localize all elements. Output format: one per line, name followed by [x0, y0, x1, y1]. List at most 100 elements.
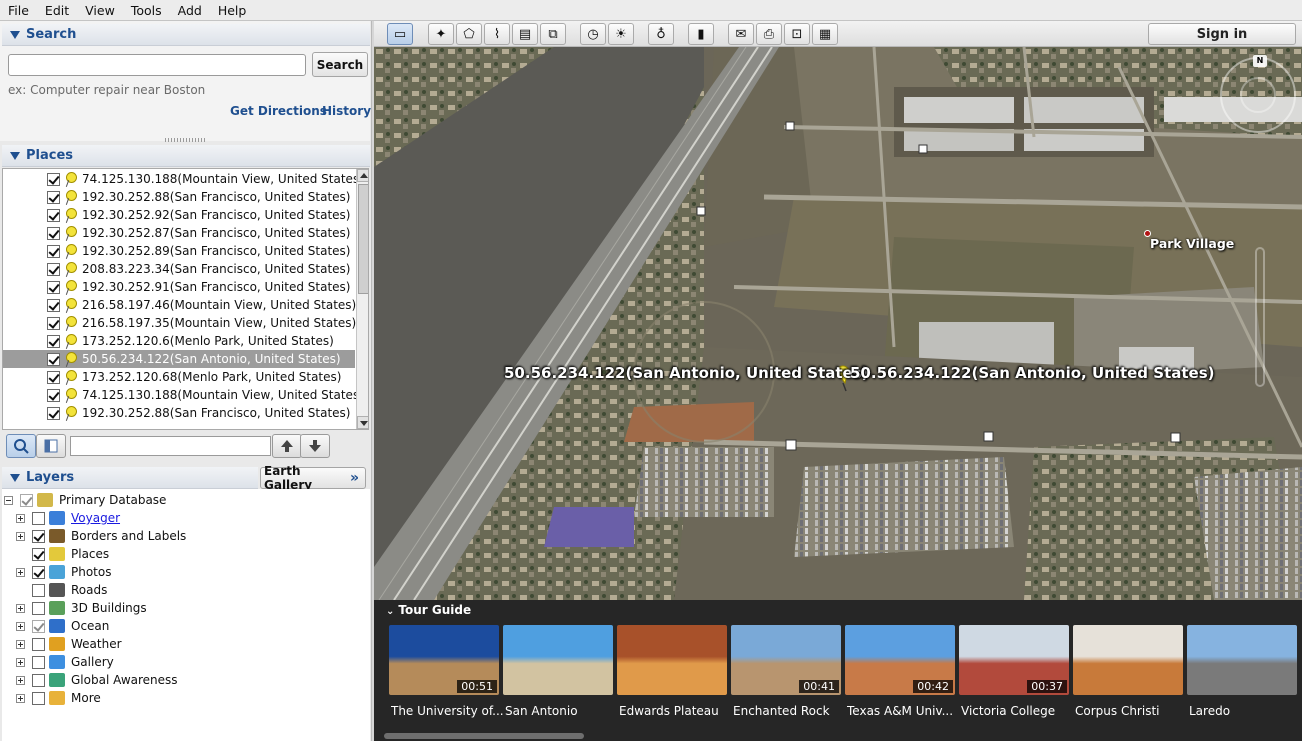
planet-switch-button[interactable]: ♁: [648, 23, 674, 45]
sign-in-button[interactable]: Sign in: [1148, 23, 1296, 45]
expand-toggle-icon[interactable]: [16, 693, 25, 703]
navigation-move-ring[interactable]: [1240, 77, 1276, 113]
layer-checkbox[interactable]: [20, 493, 33, 507]
search-input[interactable]: [8, 54, 306, 76]
layer-checkbox[interactable]: [32, 547, 45, 561]
place-item[interactable]: 74.125.130.188(Mountain View, United Sta…: [3, 170, 364, 188]
tour-thumbnail[interactable]: 00:41: [731, 625, 841, 695]
place-item[interactable]: 208.83.223.34(San Francisco, United Stat…: [3, 260, 355, 278]
tour-thumbnail[interactable]: 00:42: [845, 625, 955, 695]
tour-card[interactable]: Laredo: [1187, 625, 1297, 725]
menu-add[interactable]: Add: [170, 0, 210, 21]
place-checkbox[interactable]: [47, 298, 60, 312]
layer-checkbox[interactable]: [32, 565, 45, 579]
place-checkbox[interactable]: [47, 226, 60, 240]
scroll-down-icon[interactable]: [357, 416, 368, 429]
tour-thumbnail[interactable]: 00:51: [389, 625, 499, 695]
place-item[interactable]: 173.252.120.68(Menlo Park, United States…: [3, 368, 355, 386]
layer-checkbox[interactable]: [32, 673, 45, 687]
place-item[interactable]: 74.125.130.188(Mountain View, United Sta…: [3, 386, 364, 404]
places-search-button[interactable]: [6, 434, 36, 458]
expand-toggle-icon[interactable]: [16, 639, 25, 649]
layer-item[interactable]: More: [2, 689, 370, 707]
earth-map-view[interactable]: 50.56.234.122(San Antonio, United States…: [374, 47, 1302, 600]
tour-card[interactable]: San Antonio: [503, 625, 613, 725]
expand-toggle-icon[interactable]: [16, 657, 25, 667]
tour-card[interactable]: 00:42 Texas A&M Univ...: [845, 625, 955, 725]
place-item[interactable]: 50.56.234.122(San Antonio, United States…: [3, 350, 355, 368]
place-item[interactable]: 173.252.120.6(Menlo Park, United States): [3, 332, 355, 350]
zoom-slider[interactable]: [1255, 247, 1265, 387]
search-button[interactable]: Search: [312, 52, 368, 77]
layer-item[interactable]: Roads: [2, 581, 370, 599]
place-checkbox[interactable]: [47, 208, 60, 222]
ruler-button[interactable]: ▮: [688, 23, 714, 45]
tour-thumbnail[interactable]: [1073, 625, 1183, 695]
tour-card[interactable]: Corpus Christi: [1073, 625, 1183, 725]
tour-card[interactable]: 00:51 The University of...: [389, 625, 503, 725]
search-panel-header[interactable]: Search: [2, 24, 370, 46]
layer-checkbox[interactable]: [32, 511, 45, 525]
tour-card[interactable]: Edwards Plateau: [617, 625, 727, 725]
compass-north-icon[interactable]: N: [1253, 55, 1267, 67]
place-item[interactable]: 192.30.252.88(San Francisco, United Stat…: [3, 404, 355, 422]
layer-checkbox[interactable]: [32, 529, 45, 543]
tour-card[interactable]: 00:37 Victoria College: [959, 625, 1069, 725]
place-item[interactable]: 192.30.252.87(San Francisco, United Stat…: [3, 224, 355, 242]
place-item[interactable]: 216.58.197.35(Mountain View, United Stat…: [3, 314, 356, 332]
tour-thumbnail[interactable]: [617, 625, 727, 695]
place-checkbox[interactable]: [47, 388, 60, 402]
place-item[interactable]: 192.30.252.91(San Francisco, United Stat…: [3, 278, 355, 296]
scroll-thumb[interactable]: [358, 184, 368, 294]
place-checkbox[interactable]: [47, 334, 60, 348]
place-checkbox[interactable]: [47, 316, 60, 330]
layer-label[interactable]: Voyager: [71, 511, 120, 525]
place-checkbox[interactable]: [47, 370, 60, 384]
place-item[interactable]: 192.30.252.92(San Francisco, United Stat…: [3, 206, 355, 224]
expand-toggle-icon[interactable]: [16, 513, 25, 523]
history-link[interactable]: History: [322, 104, 371, 118]
place-item[interactable]: 192.30.252.89(San Francisco, United Stat…: [3, 242, 355, 260]
menu-help[interactable]: Help: [210, 0, 255, 21]
layer-item[interactable]: Weather: [2, 635, 370, 653]
layer-item[interactable]: Borders and Labels: [2, 527, 370, 545]
layer-item[interactable]: Gallery: [2, 653, 370, 671]
menu-edit[interactable]: Edit: [37, 0, 77, 21]
expand-toggle-icon[interactable]: [16, 675, 25, 685]
place-checkbox[interactable]: [47, 352, 60, 366]
layer-item[interactable]: Photos: [2, 563, 370, 581]
place-checkbox[interactable]: [47, 172, 60, 186]
layer-item[interactable]: 3D Buildings: [2, 599, 370, 617]
save-image-button[interactable]: ⊡: [784, 23, 810, 45]
layer-item[interactable]: Ocean: [2, 617, 370, 635]
layers-panel-header[interactable]: Layers: [2, 467, 258, 489]
menu-tools[interactable]: Tools: [123, 0, 170, 21]
move-down-button[interactable]: [300, 434, 330, 458]
layer-checkbox[interactable]: [32, 691, 45, 705]
expand-toggle-icon[interactable]: [16, 621, 25, 631]
add-path-button[interactable]: ⌇: [484, 23, 510, 45]
layer-checkbox[interactable]: [32, 655, 45, 669]
layer-checkbox[interactable]: [32, 601, 45, 615]
add-image-overlay-button[interactable]: ▤: [512, 23, 538, 45]
tour-guide-scrollbar[interactable]: [384, 733, 1284, 739]
record-tour-button[interactable]: ⧉: [540, 23, 566, 45]
place-checkbox[interactable]: [47, 244, 60, 258]
place-checkbox[interactable]: [47, 406, 60, 420]
place-checkbox[interactable]: [47, 280, 60, 294]
menu-file[interactable]: File: [0, 0, 37, 21]
place-checkbox[interactable]: [47, 190, 60, 204]
place-item[interactable]: 216.58.197.46(Mountain View, United Stat…: [3, 296, 356, 314]
add-placemark-button[interactable]: ✦: [428, 23, 454, 45]
places-panel-toggle-button[interactable]: [36, 434, 66, 458]
earth-gallery-button[interactable]: Earth Gallery »: [260, 464, 366, 492]
search-panel-resize-grip[interactable]: [165, 138, 205, 142]
menu-view[interactable]: View: [77, 0, 123, 21]
layer-item[interactable]: Primary Database: [2, 491, 370, 509]
email-button[interactable]: ✉: [728, 23, 754, 45]
layer-checkbox[interactable]: [32, 637, 45, 651]
expand-toggle-icon[interactable]: [16, 567, 25, 577]
places-filter-input[interactable]: [70, 436, 271, 456]
places-panel-header[interactable]: Places: [2, 145, 370, 167]
sunlight-button[interactable]: ☀: [608, 23, 634, 45]
